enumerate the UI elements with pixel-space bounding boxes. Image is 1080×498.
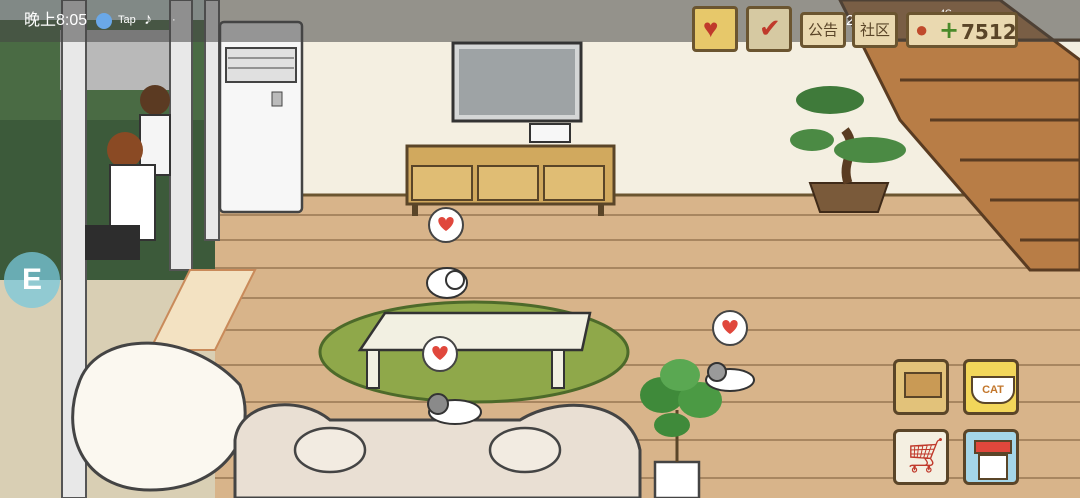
game-scene [0, 0, 1080, 498]
air-conditioner [218, 20, 304, 214]
cart-button[interactable]: 🛒︎ [893, 429, 949, 485]
tv-stand [405, 144, 616, 216]
cat-1 [426, 267, 468, 299]
journal-heart-icon: ♥ [703, 13, 719, 43]
food-box-icon [904, 372, 942, 398]
coin-count: 7512 [961, 20, 1017, 44]
cat-bowl-icon: CAT [971, 376, 1015, 404]
coin-counter[interactable]: ● + 7512 [906, 12, 1018, 48]
notice-button[interactable]: 公告 [800, 12, 846, 48]
community-button[interactable]: 社区 [852, 12, 898, 48]
bell-icon: ♪ [144, 11, 152, 28]
tap-app-tag: Tap [118, 14, 136, 26]
heart-bubble-3 [712, 310, 748, 346]
app-notification-icon [96, 13, 112, 29]
side-tab-button[interactable]: E [4, 252, 60, 308]
food-box-button[interactable] [893, 359, 949, 415]
bean-bag [71, 341, 247, 492]
shopping-cart-icon: 🛒︎ [904, 437, 948, 475]
shop-front [978, 454, 1008, 480]
status-dot: · [172, 14, 176, 26]
fish-coin-icon: ● [915, 17, 929, 42]
cat-bowl-button[interactable]: CAT [963, 359, 1019, 415]
clipboard-check-icon: ✔ [759, 13, 781, 43]
shop-button[interactable] [963, 429, 1019, 485]
journal-button[interactable]: ♥ [692, 6, 738, 52]
shop-icon [974, 440, 1012, 454]
heart-bubble-2 [422, 336, 458, 372]
clock: 晚上8:05 [24, 12, 88, 29]
tasks-button[interactable]: ✔ [746, 6, 792, 52]
heart-bubble-1 [428, 207, 464, 243]
add-coins-icon: + [939, 16, 960, 44]
